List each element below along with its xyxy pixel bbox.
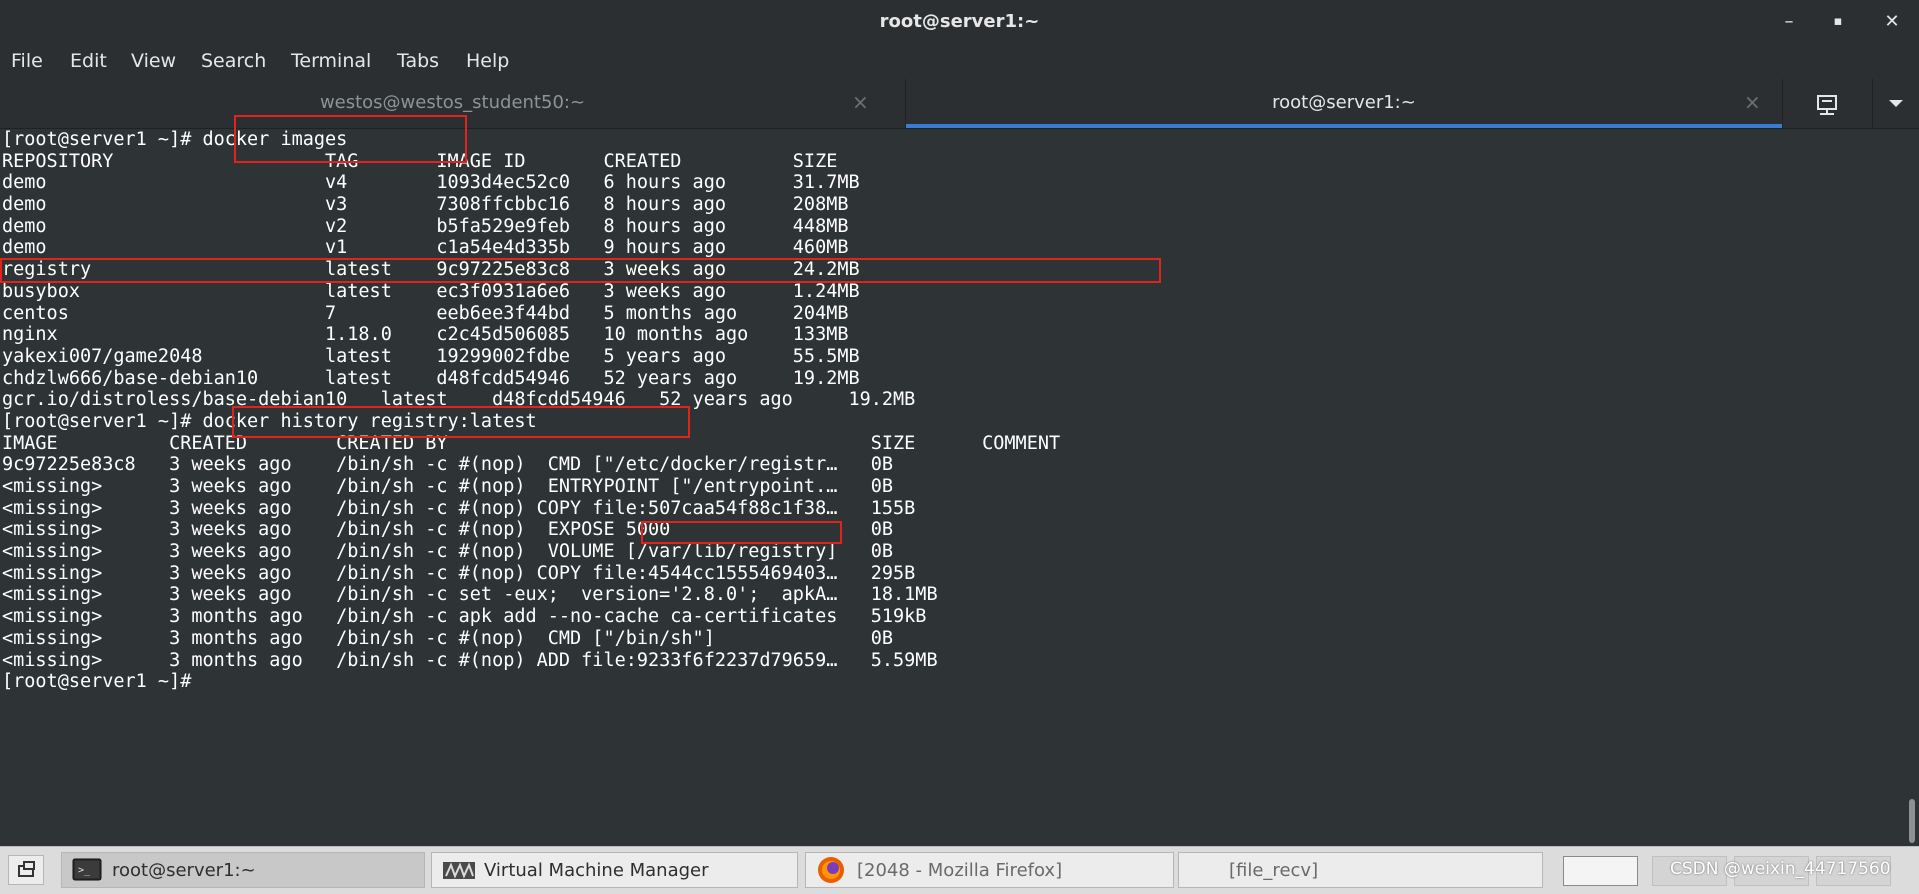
highlight-box-docker-images xyxy=(234,115,467,163)
menu-terminal[interactable]: Terminal xyxy=(291,50,371,72)
window-title: root@server1:~ xyxy=(879,11,1040,32)
scrollbar-thumb[interactable] xyxy=(1909,799,1915,843)
taskbar-item-firefox[interactable]: [2048 - Mozilla Firefox] xyxy=(805,852,1174,888)
terminal-scrollbar[interactable] xyxy=(1905,129,1919,846)
taskbar-item-label: Virtual Machine Manager xyxy=(484,860,709,881)
new-tab-icon xyxy=(1817,95,1837,115)
terminal-line: <missing> 3 months ago /bin/sh -c #(nop)… xyxy=(2,649,938,671)
terminal-line: [root@server1 ~]# xyxy=(2,671,192,693)
terminal-line: chdzlw666/base-debian10 latest d48fcdd54… xyxy=(2,367,860,389)
menu-file[interactable]: File xyxy=(11,50,43,72)
menu-view[interactable]: View xyxy=(131,50,176,72)
firefox-icon xyxy=(818,857,844,883)
terminal-line: <missing> 3 weeks ago /bin/sh -c #(nop) … xyxy=(2,541,894,563)
terminal-app-icon: >_ xyxy=(72,858,102,881)
close-button[interactable]: ✕ xyxy=(1876,8,1908,36)
terminal-line: demo v1 c1a54e4d335b 9 hours ago 460MB xyxy=(2,237,849,259)
tabs-dropdown-button[interactable] xyxy=(1872,79,1919,128)
watermark-text: CSDN @weixin_44717560 xyxy=(1670,859,1891,879)
taskbar-item-label: [2048 - Mozilla Firefox] xyxy=(857,860,1063,881)
minimize-button[interactable]: – xyxy=(1773,8,1805,36)
tab-close-icon[interactable]: × xyxy=(1744,90,1761,114)
taskbar: >_ root@server1:~ Virtual Machine Manage… xyxy=(0,846,1919,894)
terminal-line: yakexi007/game2048 latest 19299002fdbe 5… xyxy=(2,345,860,367)
menu-edit[interactable]: Edit xyxy=(70,50,107,72)
terminal-line: <missing> 3 months ago /bin/sh -c #(nop)… xyxy=(2,627,894,649)
tab-close-icon[interactable]: × xyxy=(852,90,869,114)
terminal-line: <missing> 3 weeks ago /bin/sh -c #(nop) … xyxy=(2,497,916,519)
new-tab-button[interactable] xyxy=(1782,79,1873,128)
terminal-line: busybox latest ec3f0931a6e6 3 weeks ago … xyxy=(2,280,860,302)
terminal-line: demo v3 7308ffcbbc16 8 hours ago 208MB xyxy=(2,194,849,216)
menu-tabs[interactable]: Tabs xyxy=(397,50,439,72)
terminal-line: centos 7 eeb6ee3f44bd 5 months ago 204MB xyxy=(2,302,849,324)
tab-label: root@server1:~ xyxy=(1272,92,1416,113)
chevron-down-icon xyxy=(1889,100,1903,107)
virtual-machine-manager-icon xyxy=(443,862,475,879)
terminal-line: 9c97225e83c8 3 weeks ago /bin/sh -c #(no… xyxy=(2,454,894,476)
highlight-box-expose-5000 xyxy=(641,521,842,544)
taskbar-item-label: [file_recv] xyxy=(1229,860,1319,881)
menu-help[interactable]: Help xyxy=(466,50,509,72)
maximize-button[interactable]: ▪ xyxy=(1822,8,1854,36)
highlight-box-registry-row xyxy=(0,258,1161,283)
tab-root-server1[interactable]: root@server1:~ × xyxy=(906,79,1782,128)
show-desktop-button[interactable] xyxy=(8,855,44,885)
workspace-1[interactable] xyxy=(1563,856,1638,886)
terminal-output[interactable]: [root@server1 ~]# docker images REPOSITOR… xyxy=(0,129,1907,846)
svg-text:>_: >_ xyxy=(78,865,91,876)
terminal-line: <missing> 3 months ago /bin/sh -c apk ad… xyxy=(2,606,927,628)
taskbar-item-label: root@server1:~ xyxy=(112,860,256,881)
taskbar-item-virtual-machine-manager[interactable]: Virtual Machine Manager xyxy=(431,852,798,888)
active-tab-indicator xyxy=(906,124,1782,128)
taskbar-item-file-recv[interactable]: [file_recv] xyxy=(1178,852,1543,888)
terminal-window: root@server1:~ – ▪ ✕ File Edit View Sear… xyxy=(0,0,1919,846)
menu-bar: File Edit View Search Terminal Tabs Help xyxy=(0,44,1919,79)
terminal-line: nginx 1.18.0 c2c45d506085 10 months ago … xyxy=(2,324,849,346)
terminal-line: <missing> 3 weeks ago /bin/sh -c #(nop) … xyxy=(2,476,894,497)
terminal-line: <missing> 3 weeks ago /bin/sh -c #(nop) … xyxy=(2,562,916,584)
tab-label: westos@westos_student50:~ xyxy=(319,92,586,113)
terminal-line: <missing> 3 weeks ago /bin/sh -c set -eu… xyxy=(2,584,938,606)
menu-search[interactable]: Search xyxy=(201,50,266,72)
terminal-line: demo v2 b5fa529e9feb 8 hours ago 448MB xyxy=(2,215,849,237)
terminal-line: demo v4 1093d4ec52c0 6 hours ago 31.7MB xyxy=(2,172,860,194)
title-bar[interactable]: root@server1:~ – ▪ ✕ xyxy=(0,0,1919,44)
taskbar-item-terminal[interactable]: >_ root@server1:~ xyxy=(61,852,425,888)
show-desktop-icon xyxy=(18,861,35,877)
highlight-box-docker-history xyxy=(232,406,690,438)
terminal-line: <missing> 3 weeks ago /bin/sh -c #(nop) … xyxy=(2,519,894,541)
